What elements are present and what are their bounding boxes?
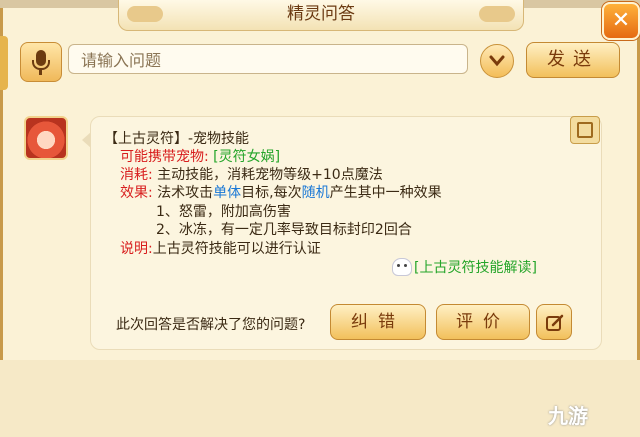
send-button[interactable]: 发送	[526, 42, 620, 78]
question-input-box[interactable]	[68, 44, 468, 75]
effect-text-3: 产生其中一种效果	[329, 185, 442, 201]
close-icon: ✕	[611, 8, 631, 33]
skill-guide-link[interactable]: [上古灵符技能解读]	[414, 259, 537, 277]
title-decoration-right	[479, 6, 515, 22]
answer-heading: 【上古灵符】-宠物技能	[104, 131, 250, 147]
cost-label: 消耗:	[120, 167, 153, 183]
voice-input-button[interactable]	[20, 42, 62, 82]
sprite-avatar	[24, 116, 68, 160]
note-value: 上古灵符技能可以进行认证	[152, 241, 321, 257]
scroll-icon[interactable]	[570, 116, 600, 144]
note-label: 说明:	[120, 241, 153, 257]
close-button[interactable]: ✕	[602, 2, 640, 40]
pet-row: 可能携带宠物: [灵符女娲]	[120, 148, 280, 166]
effect-row: 效果: 法术攻击单体目标,每次随机产生其中一种效果	[120, 184, 442, 202]
rate-button[interactable]: 评价	[436, 304, 530, 340]
history-dropdown-button[interactable]	[480, 44, 514, 78]
effect-label: 效果:	[120, 185, 153, 201]
effect-text-1: 法术攻击	[157, 185, 214, 201]
effect-random: 随机	[301, 185, 330, 201]
effect-item-1: 1、怒雷，附加高伤害	[156, 204, 291, 220]
feedback-question: 此次回答是否解决了您的问题?	[116, 317, 306, 333]
edit-button[interactable]	[536, 304, 572, 340]
window-title: 精灵问答	[287, 4, 355, 24]
cost-value: 主动技能，消耗宠物等级+10点魔法	[157, 167, 383, 183]
pet-label: 可能携带宠物:	[120, 149, 209, 165]
effect-text-2: 目标,每次	[241, 185, 302, 201]
cost-row: 消耗: 主动技能，消耗宠物等级+10点魔法	[120, 166, 383, 184]
title-decoration-left	[127, 6, 163, 22]
effect-item-2: 2、冰冻，有一定几率导致目标封印2回合	[156, 222, 412, 238]
chevron-down-icon	[489, 55, 505, 67]
watermark: 九游	[548, 404, 588, 428]
bottom-background	[0, 360, 640, 437]
side-tab	[0, 36, 8, 90]
ghost-icon	[392, 258, 412, 276]
edit-icon	[546, 314, 564, 331]
report-error-button[interactable]: 纠错	[330, 304, 426, 340]
question-input[interactable]	[69, 45, 463, 75]
effect-single: 单体	[213, 185, 242, 201]
note-row: 说明:上古灵符技能可以进行认证	[120, 240, 321, 258]
pet-value[interactable]: [灵符女娲]	[213, 149, 280, 165]
title-bar: 精灵问答	[118, 0, 524, 31]
